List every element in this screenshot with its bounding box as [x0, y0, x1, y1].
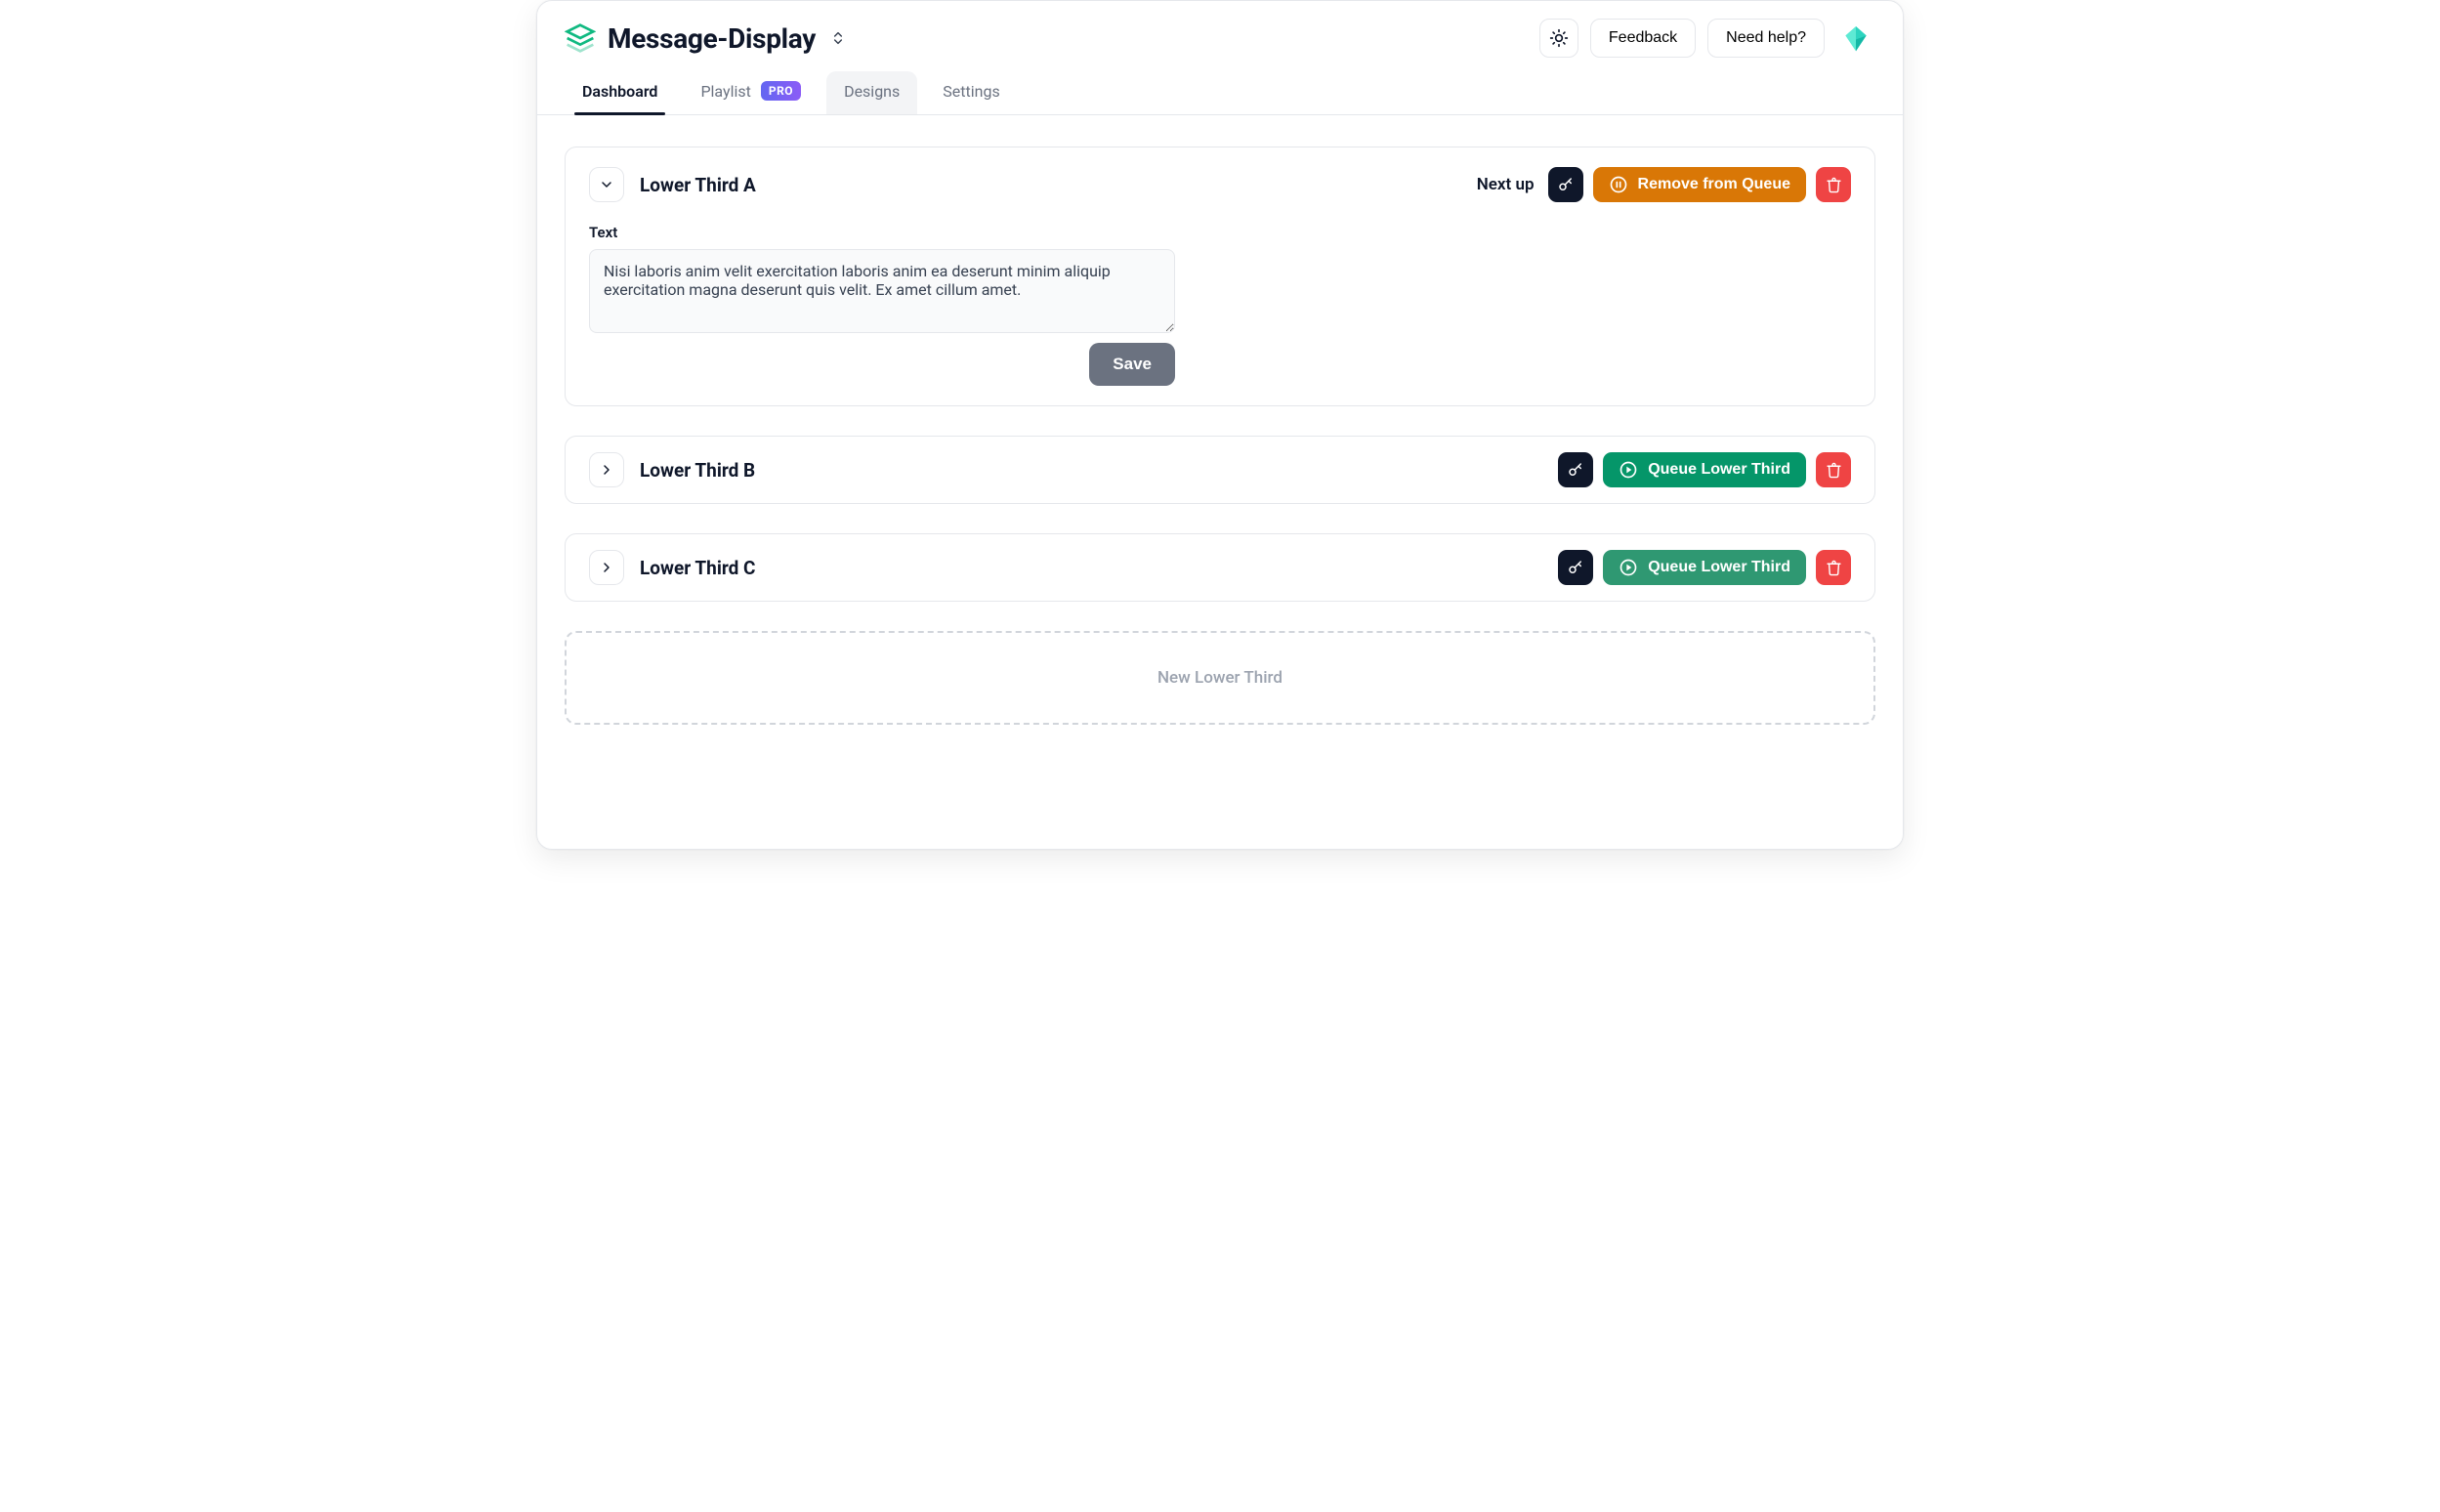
tab-label: Playlist — [700, 82, 750, 101]
card-title: Lower Third A — [640, 174, 756, 196]
key-button[interactable] — [1548, 167, 1583, 202]
delete-button[interactable] — [1816, 550, 1851, 585]
tab-dashboard[interactable]: Dashboard — [565, 71, 675, 114]
card-title: Lower Third B — [640, 459, 755, 482]
card-title: Lower Third C — [640, 557, 755, 579]
lower-third-card: Lower Third B — [565, 436, 1875, 504]
chevron-right-icon — [599, 560, 614, 575]
key-button[interactable] — [1558, 550, 1593, 585]
main-content: Lower Third A Next up — [537, 115, 1903, 849]
brand: Message-Display — [565, 22, 849, 55]
lower-third-card: Lower Third A Next up — [565, 147, 1875, 406]
card-header: Lower Third C — [589, 550, 1851, 585]
new-lower-third-button[interactable]: New Lower Third — [565, 631, 1875, 725]
theme-toggle[interactable] — [1539, 19, 1578, 58]
queue-button[interactable]: Queue Lower Third — [1603, 452, 1806, 487]
brand-title: Message-Display — [608, 22, 816, 55]
sun-icon — [1549, 28, 1569, 48]
save-row: Save — [589, 343, 1175, 386]
key-icon — [1567, 559, 1584, 576]
delete-button[interactable] — [1816, 452, 1851, 487]
key-icon — [1557, 176, 1575, 193]
collapse-toggle[interactable] — [589, 167, 624, 202]
queue-button[interactable]: Queue Lower Third — [1603, 550, 1806, 585]
play-circle-icon — [1619, 558, 1638, 577]
trash-icon — [1826, 462, 1842, 479]
feedback-button[interactable]: Feedback — [1590, 19, 1696, 58]
card-header: Lower Third B — [589, 452, 1851, 487]
remove-from-queue-button[interactable]: Remove from Queue — [1593, 167, 1806, 202]
lower-third-card: Lower Third C — [565, 533, 1875, 602]
trash-icon — [1826, 177, 1842, 193]
header-right: Feedback Need help? — [1539, 19, 1875, 58]
text-input[interactable] — [589, 249, 1175, 333]
tab-designs[interactable]: Designs — [826, 71, 917, 114]
brand-icon — [565, 22, 596, 54]
button-label: Queue Lower Third — [1648, 461, 1790, 479]
chevron-right-icon — [599, 462, 614, 478]
new-lower-third-label: New Lower Third — [1157, 668, 1283, 688]
text-field-label: Text — [589, 224, 1175, 241]
header: Message-Display Feedba — [537, 1, 1903, 58]
tab-label: Designs — [844, 82, 900, 101]
button-label: Queue Lower Third — [1648, 559, 1790, 576]
play-circle-icon — [1619, 460, 1638, 480]
trash-icon — [1826, 560, 1842, 576]
button-label: Remove from Queue — [1638, 176, 1790, 193]
collapse-toggle[interactable] — [589, 550, 624, 585]
delete-button[interactable] — [1816, 167, 1851, 202]
key-icon — [1567, 461, 1584, 479]
save-button[interactable]: Save — [1089, 343, 1175, 386]
help-button[interactable]: Need help? — [1707, 19, 1825, 58]
card-body: Text Save — [589, 224, 1175, 386]
app-frame: Message-Display Feedba — [536, 0, 1904, 850]
collapse-toggle[interactable] — [589, 452, 624, 487]
key-button[interactable] — [1558, 452, 1593, 487]
card-actions: Queue Lower Third — [1558, 550, 1851, 585]
pro-badge: PRO — [761, 81, 801, 101]
avatar-gem-icon — [1840, 22, 1872, 54]
pause-circle-icon — [1609, 175, 1628, 194]
card-header: Lower Third A Next up — [589, 167, 1851, 202]
card-actions: Next up R — [1477, 167, 1851, 202]
card-actions: Queue Lower Third — [1558, 452, 1851, 487]
tab-playlist[interactable]: Playlist PRO — [683, 71, 819, 114]
queue-status: Next up — [1477, 175, 1535, 194]
tab-label: Dashboard — [582, 82, 657, 101]
avatar[interactable] — [1836, 19, 1875, 58]
tab-settings[interactable]: Settings — [925, 71, 1017, 114]
chevron-down-icon — [599, 177, 614, 192]
workspace-switcher[interactable] — [827, 27, 849, 49]
tab-label: Settings — [943, 82, 999, 101]
tabs: Dashboard Playlist PRO Designs Settings — [537, 58, 1903, 115]
